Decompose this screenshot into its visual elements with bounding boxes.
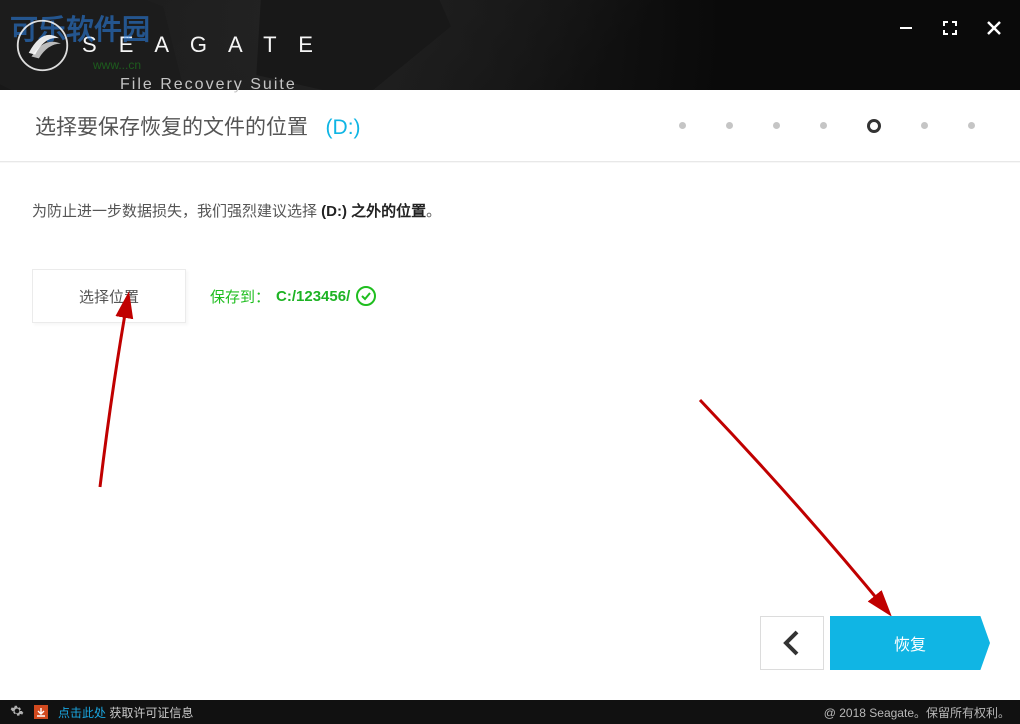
annotation-arrow-2 bbox=[690, 390, 920, 630]
title-bar: 可乐软件园 www...cn S E A G A T E File Recove… bbox=[0, 0, 1020, 90]
location-row: 选择位置 保存到： C:/123456/ bbox=[32, 269, 988, 323]
step-dot-6 bbox=[921, 122, 928, 129]
maximize-button[interactable] bbox=[942, 20, 958, 36]
step-dot-2 bbox=[726, 122, 733, 129]
main-content: 为防止进一步数据损失，我们强烈建议选择 (D:) 之外的位置。 选择位置 保存到… bbox=[0, 162, 1020, 700]
page-title-drive: (D:) bbox=[326, 116, 361, 139]
step-dot-4 bbox=[820, 122, 827, 129]
check-icon bbox=[356, 286, 376, 306]
license-link[interactable]: 点击此处 bbox=[58, 706, 106, 720]
seagate-logo: S E A G A T E bbox=[15, 18, 321, 73]
settings-icon[interactable] bbox=[10, 704, 24, 721]
nav-buttons: 恢复 bbox=[760, 616, 990, 670]
license-text: 获取许可证信息 bbox=[106, 706, 193, 720]
logo-area: 可乐软件园 www...cn S E A G A T E File Recove… bbox=[15, 18, 321, 73]
copyright-text: @ 2018 Seagate。保留所有权利。 bbox=[824, 704, 1010, 721]
progress-indicator bbox=[679, 119, 985, 133]
download-icon[interactable] bbox=[34, 705, 48, 719]
save-to-path: C:/123456/ bbox=[276, 288, 350, 305]
save-to-display: 保存到： C:/123456/ bbox=[210, 286, 376, 307]
minimize-button[interactable] bbox=[898, 20, 914, 36]
step-dot-1 bbox=[679, 122, 686, 129]
page-title-text: 选择要保存恢复的文件的位置 bbox=[35, 116, 308, 139]
window-controls bbox=[898, 20, 1002, 36]
hint-suffix: 。 bbox=[426, 203, 441, 220]
recover-button[interactable]: 恢复 bbox=[830, 616, 990, 670]
step-dot-3 bbox=[773, 122, 780, 129]
footer-left: 点击此处 获取许可证信息 bbox=[10, 704, 193, 721]
hint-prefix: 为防止进一步数据损失，我们强烈建议选择 bbox=[32, 203, 321, 220]
step-dot-5-active bbox=[867, 119, 881, 133]
select-location-button[interactable]: 选择位置 bbox=[32, 269, 186, 323]
status-bar: 点击此处 获取许可证信息 @ 2018 Seagate。保留所有权利。 bbox=[0, 700, 1020, 724]
step-header: 选择要保存恢复的文件的位置 (D:) bbox=[0, 90, 1020, 162]
close-button[interactable] bbox=[986, 20, 1002, 36]
product-name: File Recovery Suite bbox=[120, 76, 297, 94]
save-to-label: 保存到： bbox=[210, 286, 270, 307]
step-dot-7 bbox=[968, 122, 975, 129]
page-title: 选择要保存恢复的文件的位置 (D:) bbox=[35, 111, 361, 141]
hint-bold: (D:) 之外的位置 bbox=[321, 203, 426, 220]
back-button[interactable] bbox=[760, 616, 824, 670]
chevron-left-icon bbox=[782, 629, 802, 657]
seagate-logo-icon bbox=[15, 18, 70, 73]
hint-text: 为防止进一步数据损失，我们强烈建议选择 (D:) 之外的位置。 bbox=[32, 200, 988, 221]
brand-name: S E A G A T E bbox=[82, 32, 321, 58]
